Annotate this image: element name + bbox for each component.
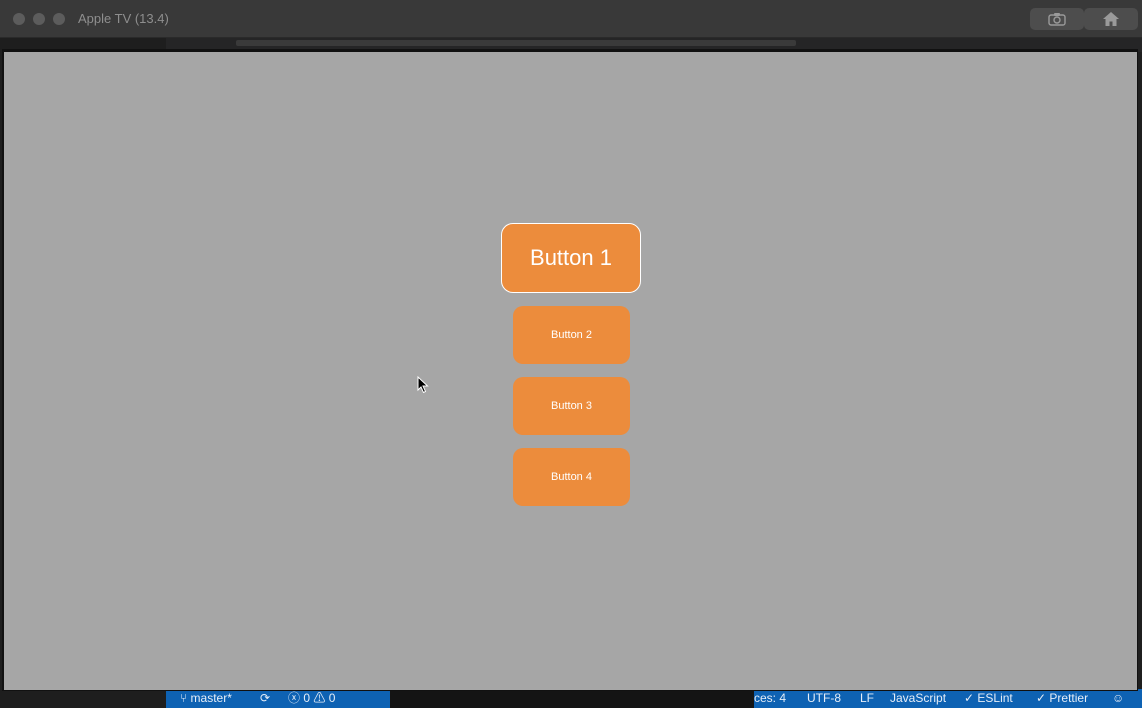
screenshot-icon [1048, 13, 1066, 26]
button-3[interactable]: Button 3 [513, 377, 630, 435]
statusbar-gap [390, 689, 754, 708]
sync-icon[interactable]: ⟳ [260, 691, 270, 705]
feedback-icon[interactable]: ☺ [1112, 691, 1124, 705]
tv-screen[interactable]: Button 1 Button 2 Button 3 Button 4 [4, 52, 1137, 690]
prettier-label: Prettier [1049, 691, 1089, 705]
simulator-titlebar: Apple TV (13.4) [0, 0, 1142, 38]
branch-name: master* [190, 691, 232, 705]
minimize-window-button[interactable] [33, 13, 45, 25]
eslint-status[interactable]: ✓ ESLint [964, 691, 1013, 705]
zoom-window-button[interactable] [53, 13, 65, 25]
screenshot-button[interactable] [1030, 8, 1084, 30]
error-icon: ⓧ [288, 691, 301, 705]
warning-icon: ⚠ [313, 691, 326, 705]
warning-count: 0 [328, 691, 336, 705]
branch-indicator[interactable]: ⑂ master* [180, 691, 232, 705]
button-2[interactable]: Button 2 [513, 306, 630, 364]
git-branch-icon: ⑂ [180, 691, 188, 705]
problems-indicator[interactable]: ⓧ 0 ⚠ 0 [288, 691, 335, 705]
background-editor-text [236, 40, 796, 46]
encoding-status[interactable]: UTF-8 [807, 691, 841, 705]
home-icon [1103, 12, 1119, 26]
indentation-status[interactable]: ces: 4 [754, 691, 786, 705]
mouse-pointer-icon [417, 376, 429, 394]
check-icon: ✓ [964, 691, 975, 705]
window-title: Apple TV (13.4) [78, 11, 169, 26]
error-count: 0 [303, 691, 311, 705]
check-icon: ✓ [1036, 691, 1047, 705]
button-4[interactable]: Button 4 [513, 448, 630, 506]
home-button[interactable] [1084, 8, 1138, 30]
button-1[interactable]: Button 1 [501, 223, 641, 293]
close-window-button[interactable] [13, 13, 25, 25]
editor-status-bar: ⑂ master* ⟳ ⓧ 0 ⚠ 0 ces: 4 UTF-8 LF Java… [166, 689, 1142, 708]
eslint-label: ESLint [977, 691, 1013, 705]
eol-status[interactable]: LF [860, 691, 874, 705]
language-status[interactable]: JavaScript [890, 691, 946, 705]
prettier-status[interactable]: ✓ Prettier [1036, 691, 1088, 705]
